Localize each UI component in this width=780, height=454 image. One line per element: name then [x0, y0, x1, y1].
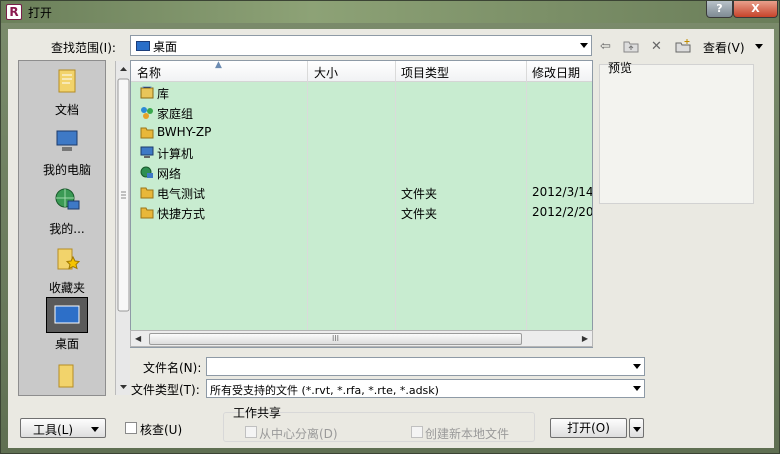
file-name: 库: [157, 87, 170, 101]
file-list[interactable]: 名称 ▲ 大小 项目类型 修改日期 库 家庭组 BWHY-ZP 计算机 网络 电…: [130, 60, 593, 348]
place-network[interactable]: 我的...: [19, 182, 115, 240]
file-date: 2012/2/20: [532, 205, 593, 219]
column-size[interactable]: 大小: [314, 64, 338, 81]
filetype-dropdown[interactable]: 所有受支持的文件 (*.rvt, *.rfa, *.rte, *.adsk): [206, 379, 645, 398]
scrollbar-thumb[interactable]: III: [149, 333, 522, 345]
file-row[interactable]: 计算机: [131, 143, 592, 163]
chevron-down-icon: [633, 427, 641, 432]
worksharing-label: 工作共享: [233, 406, 282, 420]
file-row[interactable]: 快捷方式 文件夹 2012/2/20: [131, 203, 593, 223]
network-icon: [55, 188, 80, 210]
place-label: 文档: [54, 103, 79, 117]
file-type: 文件夹: [401, 187, 438, 201]
file-row[interactable]: 库: [131, 83, 592, 103]
file-list-header: 名称 ▲ 大小 项目类型 修改日期: [131, 60, 592, 82]
detach-label: 从中心分离(D): [259, 427, 338, 441]
column-name[interactable]: 名称: [137, 64, 161, 81]
views-menu-button[interactable]: 查看(V): [703, 39, 745, 56]
place-label: 我的电脑: [42, 163, 91, 177]
close-button[interactable]: X: [733, 1, 778, 18]
audit-checkbox[interactable]: [125, 422, 137, 434]
filename-input[interactable]: [206, 357, 645, 376]
views-chevron-down-icon[interactable]: [755, 44, 763, 49]
filetype-value: 所有受支持的文件 (*.rvt, *.rfa, *.rte, *.adsk): [210, 384, 439, 397]
chevron-down-icon[interactable]: [633, 386, 641, 391]
create-local-label: 创建新本地文件: [425, 427, 510, 441]
chevron-down-icon[interactable]: [580, 43, 588, 48]
detach-checkbox[interactable]: [245, 426, 257, 438]
file-row[interactable]: 家庭组: [131, 103, 592, 123]
file-date: 2012/3/14: [532, 185, 593, 199]
file-name: 家庭组: [157, 107, 194, 121]
file-row[interactable]: BWHY-ZP: [131, 123, 592, 143]
open-options-button[interactable]: [629, 418, 644, 438]
horizontal-scrollbar[interactable]: ◀ III ▶: [130, 330, 593, 347]
preview-pane: [599, 64, 754, 204]
file-name: 快捷方式: [157, 207, 206, 221]
place-my-computer[interactable]: 我的电脑: [19, 123, 115, 181]
new-folder-icon[interactable]: [674, 39, 691, 55]
documents-icon: [58, 69, 76, 93]
audit-label[interactable]: 核查(U): [140, 421, 182, 438]
sort-ascending-icon: ▲: [215, 60, 222, 70]
places-bar: 文档 我的电脑 我的... 收藏夹 桌面: [18, 60, 130, 396]
chevron-down-icon: [91, 427, 99, 432]
filetype-label: 文件类型(T):: [131, 383, 200, 397]
tools-label: 工具(L): [33, 423, 74, 437]
user-folder-icon: [140, 127, 154, 139]
file-type: 文件夹: [401, 207, 438, 221]
file-name: 网络: [157, 167, 182, 181]
file-name: 电气测试: [157, 187, 206, 201]
column-modified[interactable]: 修改日期: [532, 64, 580, 81]
lookin-dropdown[interactable]: 桌面: [130, 35, 592, 56]
place-label: 我的...: [49, 222, 85, 236]
desktop-icon: [54, 305, 80, 324]
open-dialog: R 打开 ? X 查找范围(I): 桌面 ⇦ ✕ 查看(V) 文档 我的电脑 我…: [0, 0, 780, 454]
folder-icon: [140, 187, 154, 199]
preview-label: 预览: [608, 61, 633, 75]
delete-icon[interactable]: ✕: [648, 39, 665, 55]
desktop-icon: [136, 41, 150, 51]
tools-button[interactable]: 工具(L): [20, 418, 106, 438]
chevron-down-icon[interactable]: [633, 364, 641, 369]
file-name: 计算机: [157, 147, 194, 161]
open-button[interactable]: 打开(O): [550, 418, 627, 438]
library-icon: [140, 86, 154, 99]
window-title: 打开: [28, 6, 53, 20]
favorites-icon: [57, 248, 81, 270]
dialog-client-area: 查找范围(I): 桌面 ⇦ ✕ 查看(V) 文档 我的电脑 我的... 收藏夹 …: [8, 29, 774, 448]
place-desktop[interactable]: 桌面: [19, 297, 115, 355]
network-icon: [140, 166, 153, 178]
back-icon[interactable]: ⇦: [597, 39, 614, 55]
lookin-value: 桌面: [153, 40, 178, 54]
computer-icon: [140, 146, 154, 158]
column-type[interactable]: 项目类型: [401, 64, 449, 81]
title-bar[interactable]: R 打开 ? X: [1, 1, 779, 23]
create-local-checkbox[interactable]: [411, 426, 423, 438]
homegroup-icon: [141, 107, 153, 119]
file-row[interactable]: 网络: [131, 163, 592, 183]
folder-icon: [58, 364, 74, 388]
folder-icon: [140, 207, 154, 219]
revit-app-icon: R: [6, 4, 22, 20]
scroll-left-icon[interactable]: ◀: [135, 334, 141, 343]
computer-icon: [56, 130, 78, 151]
place-documents[interactable]: 文档: [19, 63, 115, 121]
place-favorites[interactable]: 收藏夹: [19, 241, 115, 299]
place-folder[interactable]: [19, 357, 115, 393]
scroll-right-icon[interactable]: ▶: [582, 334, 588, 343]
file-name: BWHY-ZP: [157, 125, 212, 139]
help-button[interactable]: ?: [706, 1, 733, 18]
place-label: 桌面: [54, 337, 79, 351]
lookin-label: 查找范围(I):: [51, 41, 116, 55]
up-folder-icon[interactable]: [622, 39, 639, 55]
filename-label: 文件名(N):: [143, 361, 202, 375]
file-row[interactable]: 电气测试 文件夹 2012/3/14: [131, 183, 593, 203]
places-scrollbar[interactable]: [115, 61, 130, 395]
place-label: 收藏夹: [48, 281, 85, 295]
